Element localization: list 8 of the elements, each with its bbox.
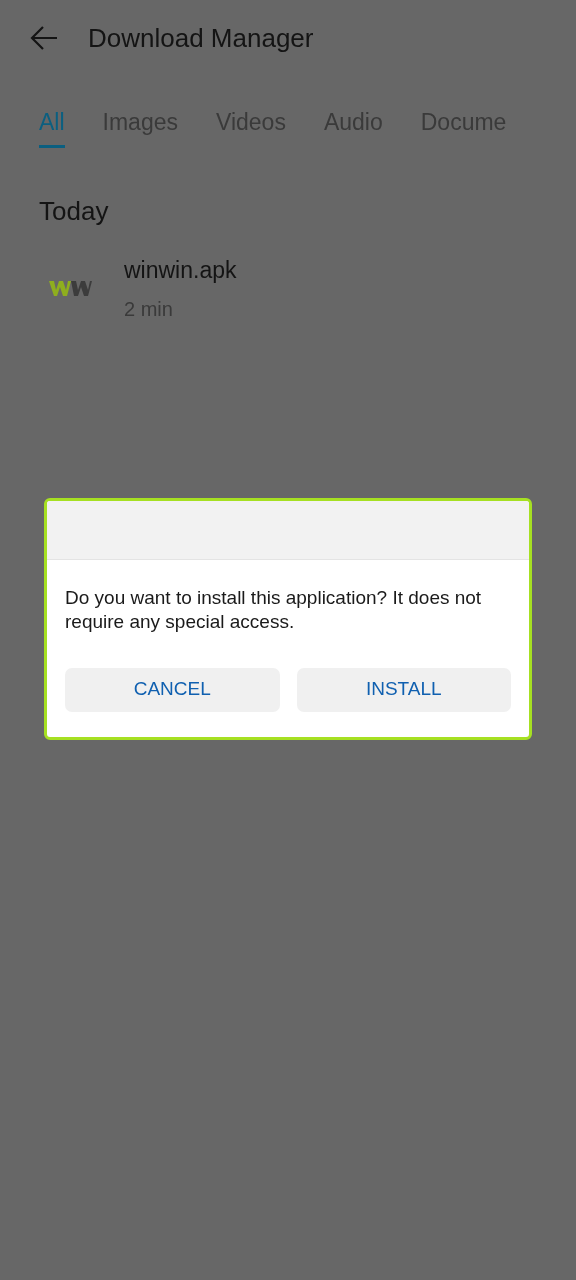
tab[interactable]: All (39, 104, 65, 148)
dialog-button[interactable]: CANCEL (65, 667, 280, 712)
app-logo-icon (48, 279, 92, 298)
page-title: Download Manager (88, 21, 314, 55)
file-name[interactable]: winwin.apk (124, 253, 237, 288)
dialog-button[interactable]: INSTALL (296, 667, 511, 712)
section-title: Today (39, 195, 110, 228)
dialog-message: Do you want to install this application? It does not require any special access. (65, 585, 483, 634)
